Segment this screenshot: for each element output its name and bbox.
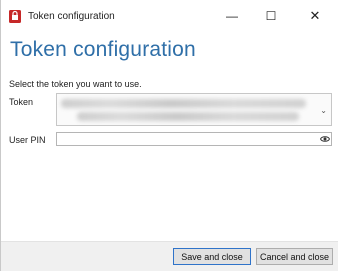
page-title: Token configuration xyxy=(10,38,196,61)
window-title: Token configuration xyxy=(28,11,115,22)
title-bar[interactable]: Token configuration — ☐ ✕ xyxy=(1,0,338,32)
token-label: Token xyxy=(9,97,34,107)
footer-bar: Save and close Cancel and close xyxy=(1,241,338,271)
instruction-text: Select the token you want to use. xyxy=(9,79,142,89)
user-pin-input[interactable] xyxy=(56,132,332,146)
cancel-and-close-button[interactable]: Cancel and close xyxy=(256,248,333,265)
token-value-line-2 xyxy=(77,112,299,121)
maximize-button[interactable]: ☐ xyxy=(257,5,285,27)
chevron-down-icon: ⌄ xyxy=(320,106,327,115)
token-configuration-window: Token configuration — ☐ ✕ Token configur… xyxy=(0,0,338,271)
eye-icon[interactable] xyxy=(320,135,330,143)
token-select[interactable]: ⌄ xyxy=(56,93,332,126)
minimize-button[interactable]: — xyxy=(218,5,246,27)
close-button[interactable]: ✕ xyxy=(301,5,329,27)
app-icon xyxy=(9,10,21,23)
save-and-close-button[interactable]: Save and close xyxy=(173,248,251,265)
user-pin-label: User PIN xyxy=(9,135,46,145)
token-value-line-1 xyxy=(61,99,306,108)
